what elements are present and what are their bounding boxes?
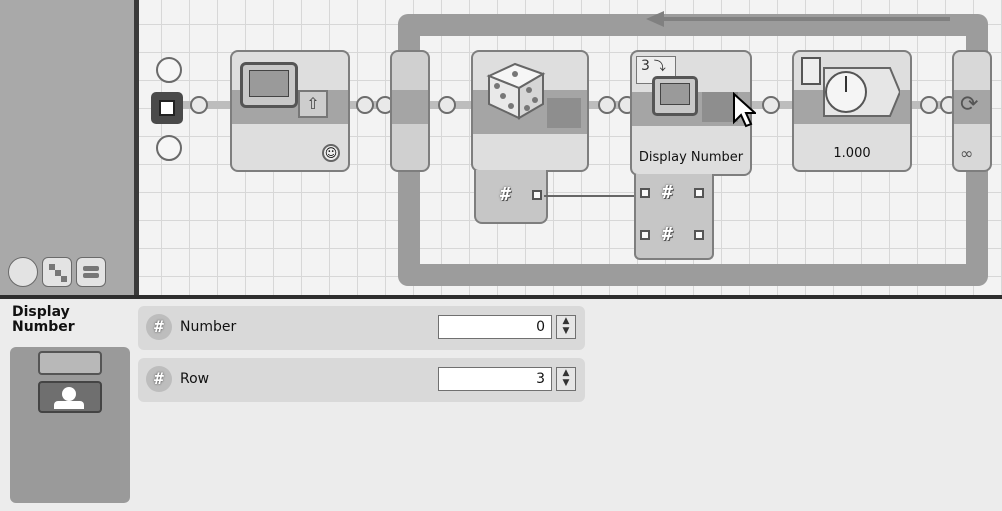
- smiley-icon: ☺: [322, 144, 340, 162]
- loop-refresh-icon: ⟳: [960, 92, 979, 117]
- random-output-tab: [547, 98, 581, 128]
- start-point[interactable]: [151, 92, 183, 124]
- display-number-icon: [38, 381, 102, 413]
- block-top-shape-icon: [38, 351, 102, 375]
- beam-port: [920, 96, 938, 114]
- number-output-plug[interactable]: [694, 188, 704, 198]
- random-data-hub: #: [474, 170, 548, 224]
- beam-port: [356, 96, 374, 114]
- custom-palette-tab[interactable]: [76, 257, 106, 287]
- custom-palette-icon: [83, 266, 99, 278]
- display-block[interactable]: ⇧ ☺: [230, 50, 350, 172]
- number-label: Number: [180, 319, 237, 335]
- data-wire: [544, 195, 640, 197]
- row-output-plug[interactable]: [694, 230, 704, 240]
- block-caption: Display Number: [638, 150, 744, 165]
- loop-start-block[interactable]: [390, 50, 430, 172]
- beam-port: [598, 96, 616, 114]
- stepper-down-icon[interactable]: ▼: [557, 326, 575, 336]
- upload-arrow-icon: ⇧: [298, 90, 328, 118]
- row-input-icon: #: [662, 224, 673, 245]
- complete-palette-tab[interactable]: [42, 257, 72, 287]
- start-plug-bottom: [156, 135, 182, 161]
- beam-port: [190, 96, 208, 114]
- row-field[interactable]: 3: [438, 367, 552, 391]
- beam-port: [762, 96, 780, 114]
- display-screen-icon: [240, 62, 298, 108]
- stepper-down-icon[interactable]: ▼: [557, 378, 575, 388]
- stepper-up-icon[interactable]: ▲: [557, 316, 575, 326]
- row-label: Row: [180, 371, 210, 387]
- loop-arrow-line: [660, 17, 950, 21]
- loop-start-band: [392, 90, 428, 124]
- number-to-text-digit: 3: [641, 58, 650, 74]
- wait-time-block[interactable]: 1.000: [792, 50, 912, 172]
- mouse-cursor-icon: [733, 92, 756, 128]
- row-hash-icon: #: [146, 366, 172, 392]
- start-icon: [159, 100, 175, 116]
- dice-icon: [486, 62, 546, 120]
- loop-arrow-head-icon: [646, 11, 664, 27]
- wait-time-value: 1.000: [833, 146, 871, 161]
- random-block[interactable]: [471, 50, 589, 172]
- complete-palette-icon: [49, 264, 67, 282]
- number-output-plug[interactable]: [532, 190, 542, 200]
- infinity-icon: ∞: [960, 144, 974, 163]
- number-hash-icon: #: [146, 314, 172, 340]
- common-palette-tab[interactable]: [8, 257, 38, 287]
- stepper-up-icon[interactable]: ▲: [557, 368, 575, 378]
- number-field[interactable]: 0: [438, 315, 552, 339]
- hourglass-timer-icon: [801, 57, 900, 117]
- number-input-plug[interactable]: [640, 188, 650, 198]
- beam-port: [438, 96, 456, 114]
- start-plug-top: [156, 57, 182, 83]
- config-panel-title: Display Number: [12, 304, 75, 335]
- row-stepper[interactable]: ▲ ▼: [556, 367, 576, 391]
- number-input-icon: #: [662, 182, 673, 203]
- loop-end-block[interactable]: ⟳ ∞: [952, 50, 992, 172]
- block-palette: [0, 0, 136, 295]
- row-row: # Row 3 ▲ ▼: [138, 358, 585, 402]
- display-mini-screen-icon: [652, 76, 698, 116]
- number-row: # Number 0 ▲ ▼: [138, 306, 585, 350]
- row-input-plug[interactable]: [640, 230, 650, 240]
- number-stepper[interactable]: ▲ ▼: [556, 315, 576, 339]
- block-icon-box: [10, 347, 130, 503]
- display-number-data-hub: # #: [634, 174, 714, 260]
- number-output-icon: #: [500, 184, 511, 205]
